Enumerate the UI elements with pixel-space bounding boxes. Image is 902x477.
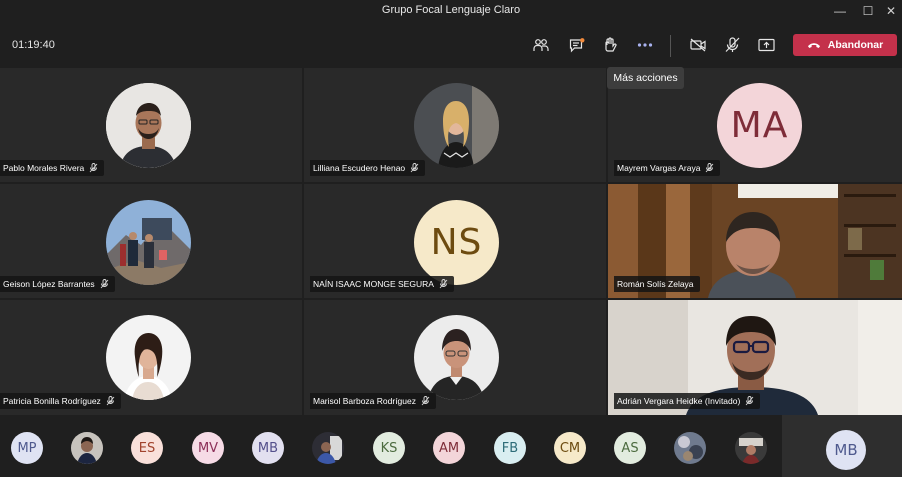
participant-name-tag: Marisol Barboza Rodríguez: [310, 393, 436, 409]
participants-icon: [533, 39, 549, 51]
strip-avatar-photo[interactable]: [312, 432, 344, 464]
participant-name-tag: Mayrem Vargas Araya: [614, 160, 721, 176]
strip-avatar-photo[interactable]: [71, 432, 103, 464]
participant-name: Geison López Barrantes: [3, 279, 95, 289]
avatar-initials: KS: [380, 440, 398, 456]
meeting-timer: 01:19:40: [12, 39, 55, 51]
leave-label: Abandonar: [827, 39, 884, 51]
participant-tile[interactable]: Marisol Barboza Rodríguez: [304, 300, 606, 415]
participant-name-tag: Adrián Vergara Heidke (Invitado): [614, 393, 761, 409]
strip-avatar[interactable]: ES: [131, 432, 163, 464]
strip-avatar[interactable]: AS: [614, 432, 646, 464]
participant-name: Román Solís Zelaya: [617, 279, 694, 289]
mic-off-icon: [410, 163, 419, 173]
participant-tile[interactable]: Lilliana Escudero Henao: [304, 68, 606, 182]
avatar-initials: CM: [559, 440, 581, 456]
mic-off-icon: [725, 37, 739, 52]
participant-photo: [106, 83, 191, 168]
strip-avatar[interactable]: AM: [433, 432, 465, 464]
more-actions-tooltip: Más acciones: [607, 67, 684, 89]
participant-video-tile[interactable]: Adrián Vergara Heidke (Invitado): [608, 300, 902, 415]
mic-off-icon: [89, 163, 98, 173]
mic-off-icon: [100, 279, 109, 289]
strip-avatar[interactable]: FB: [494, 432, 526, 464]
participants-button[interactable]: [529, 34, 553, 56]
strip-avatar[interactable]: KS: [373, 432, 405, 464]
mic-off-icon: [106, 396, 115, 406]
participant-avatar-initials: MA: [717, 83, 802, 168]
participant-name-tag: Geison López Barrantes: [0, 276, 115, 292]
strip-avatar[interactable]: MB: [252, 432, 284, 464]
strip-avatar-photo[interactable]: [735, 432, 767, 464]
close-window-button[interactable]: ✕: [880, 2, 902, 20]
strip-avatar[interactable]: CM: [554, 432, 586, 464]
strip-avatar[interactable]: MV: [192, 432, 224, 464]
participant-name-tag: NAÍN ISAAC MONGE SEGURA: [310, 276, 454, 292]
participant-photo: [106, 315, 191, 400]
participant-photo: [106, 200, 191, 285]
participant-name: Adrián Vergara Heidke (Invitado): [617, 396, 741, 406]
participant-name-tag: Lilliana Escudero Henao: [310, 160, 426, 176]
chat-icon: [569, 37, 585, 52]
leave-meeting-button[interactable]: Abandonar: [793, 34, 897, 56]
title-bar: Grupo Focal Lenguaje Claro — ☐ ✕: [0, 0, 902, 22]
strip-avatar-photo[interactable]: [674, 432, 706, 464]
participant-video-tile[interactable]: Román Solís Zelaya: [608, 184, 902, 298]
more-actions-button[interactable]: [633, 34, 657, 56]
share-screen-icon: [757, 38, 775, 52]
mic-off-icon: [421, 396, 430, 406]
avatar-initials: MP: [17, 440, 37, 456]
strip-avatar[interactable]: MP: [11, 432, 43, 464]
participant-name: Lilliana Escudero Henao: [313, 163, 406, 173]
toolbar-divider: [670, 35, 671, 57]
participant-name: NAÍN ISAAC MONGE SEGURA: [313, 279, 434, 289]
participant-name: Marisol Barboza Rodríguez: [313, 396, 416, 406]
share-screen-button[interactable]: [754, 34, 778, 56]
participant-tile[interactable]: Patricia Bonilla Rodríguez: [0, 300, 302, 415]
participant-name: Mayrem Vargas Araya: [617, 163, 701, 173]
raise-hand-icon: [605, 37, 617, 52]
participant-name-tag: Pablo Morales Rivera: [0, 160, 105, 176]
avatar-initials: AS: [621, 440, 639, 456]
mic-off-icon: [439, 279, 448, 289]
phone-hangup-icon: [807, 42, 820, 48]
participant-name: Pablo Morales Rivera: [3, 163, 85, 173]
participant-tile[interactable]: NS NAÍN ISAAC MONGE SEGURA: [304, 184, 606, 298]
participant-name: Patricia Bonilla Rodríguez: [3, 396, 101, 406]
self-preview-tile[interactable]: MB: [782, 415, 902, 477]
mic-toggle-button[interactable]: [720, 34, 744, 56]
participant-tile[interactable]: Geison López Barrantes: [0, 184, 302, 298]
maximize-button[interactable]: ☐: [857, 2, 879, 20]
mic-off-icon: [706, 163, 714, 173]
chat-button[interactable]: [565, 34, 589, 56]
avatar-initials: NS: [430, 222, 483, 263]
raise-hand-button[interactable]: [598, 34, 622, 56]
avatar-initials: MA: [730, 105, 789, 146]
participant-photo: [414, 315, 499, 400]
avatar-initials: AM: [438, 440, 460, 456]
avatar-initials: MB: [834, 441, 858, 459]
window-title: Grupo Focal Lenguaje Claro: [381, 4, 521, 16]
minimize-button[interactable]: —: [829, 2, 851, 20]
camera-toggle-button[interactable]: [686, 34, 710, 56]
participant-strip: MP ES MV MB KS AM FB CM AS MB: [0, 415, 902, 477]
participant-name-tag: Román Solís Zelaya: [614, 276, 700, 292]
more-actions-icon: [637, 43, 653, 47]
avatar-initials: MB: [257, 440, 279, 456]
self-avatar: MB: [826, 430, 866, 470]
camera-off-icon: [689, 38, 706, 52]
mic-off-icon: [745, 396, 754, 406]
meeting-toolbar: 01:19:40 Abandonar: [0, 22, 902, 68]
participant-tile[interactable]: Pablo Morales Rivera: [0, 68, 302, 182]
avatar-initials: ES: [138, 440, 156, 456]
participant-name-tag: Patricia Bonilla Rodríguez: [0, 393, 121, 409]
participant-avatar-initials: NS: [414, 200, 499, 285]
participant-photo: [414, 83, 499, 168]
avatar-initials: MV: [197, 440, 219, 456]
avatar-initials: FB: [501, 440, 519, 456]
